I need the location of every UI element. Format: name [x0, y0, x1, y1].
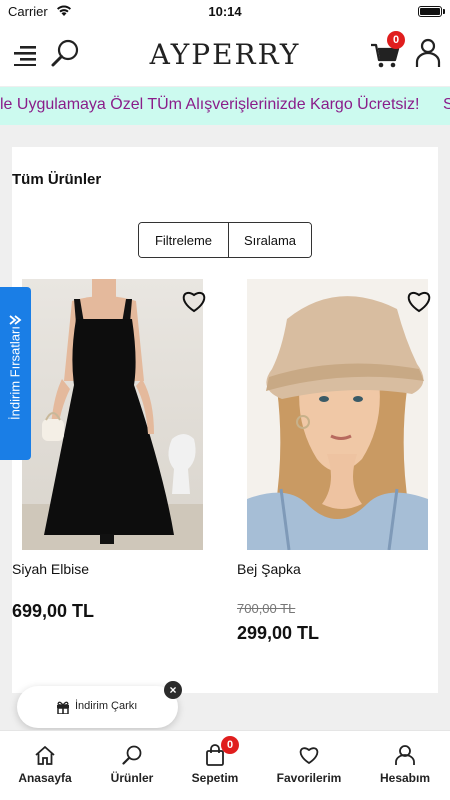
clock: 10:14: [208, 4, 242, 19]
nav-label: Ürünler: [110, 771, 154, 785]
app-header: AYPERRY 0: [0, 24, 450, 86]
product-image[interactable]: [22, 279, 203, 550]
side-tab-label: İndirim Fırsatları: [7, 326, 23, 420]
marquee-next-text: S: [443, 96, 450, 113]
favorite-heart-icon[interactable]: [181, 289, 207, 313]
product-name[interactable]: Siyah Elbise: [12, 561, 89, 577]
search-icon: [122, 745, 142, 765]
cart-count-badge: 0: [387, 31, 405, 49]
bottom-nav: Anasayfa Ürünler 0 Sepetim Favorilerim H…: [0, 730, 450, 800]
product-sale-price: 299,00 TL: [237, 623, 320, 643]
heart-icon: [299, 747, 319, 765]
close-icon[interactable]: ×: [164, 681, 182, 699]
product-price: 699,00 TL: [12, 601, 95, 621]
product-listing: Tüm Ürünler Filtreleme Sıralama Siyah El…: [12, 147, 438, 693]
user-icon: [395, 745, 415, 765]
product-image[interactable]: [247, 279, 428, 550]
nav-item-account[interactable]: Hesabım: [360, 731, 450, 800]
nav-item-products[interactable]: Ürünler: [87, 731, 177, 800]
beige-hat-photo: [247, 279, 428, 550]
nav-item-cart[interactable]: 0 Sepetim: [170, 731, 260, 800]
home-icon: [35, 746, 55, 765]
nav-label: Hesabım: [379, 771, 431, 785]
promo-marquee: le Uygulamaya Özel TÜm Alışverişlerinizd…: [0, 87, 450, 125]
battery-icon: [418, 6, 445, 17]
gift-icon: [57, 701, 69, 714]
product-old-price: 700,00 TL: [237, 601, 296, 616]
discount-wheel-label: İndirim Çarkı: [75, 700, 138, 712]
marquee-text: le Uygulamaya Özel TÜm Alışverişlerinizd…: [0, 96, 420, 113]
account-icon[interactable]: [415, 38, 441, 68]
nav-label: Anasayfa: [18, 771, 72, 785]
chevron-double-right-icon: [9, 315, 22, 325]
filter-button[interactable]: Filtreleme: [139, 223, 229, 257]
cart-count-badge: 0: [221, 736, 239, 754]
discount-wheel-button[interactable]: İndirim Çarkı: [17, 686, 178, 728]
section-title: Tüm Ürünler: [12, 171, 102, 188]
nav-item-favorites[interactable]: Favorilerim: [264, 731, 354, 800]
nav-item-home[interactable]: Anasayfa: [0, 731, 90, 800]
nav-label: Sepetim: [191, 771, 239, 785]
status-bar: Carrier 10:14: [0, 0, 450, 24]
filter-sort-group: Filtreleme Sıralama: [138, 222, 312, 258]
favorite-heart-icon[interactable]: [406, 289, 432, 313]
discount-deals-tab[interactable]: İndirim Fırsatları: [0, 287, 31, 460]
product-name[interactable]: Bej Şapka: [237, 561, 301, 577]
nav-label: Favorilerim: [276, 771, 342, 785]
black-dress-photo: [22, 279, 203, 550]
sort-button[interactable]: Sıralama: [229, 223, 311, 257]
